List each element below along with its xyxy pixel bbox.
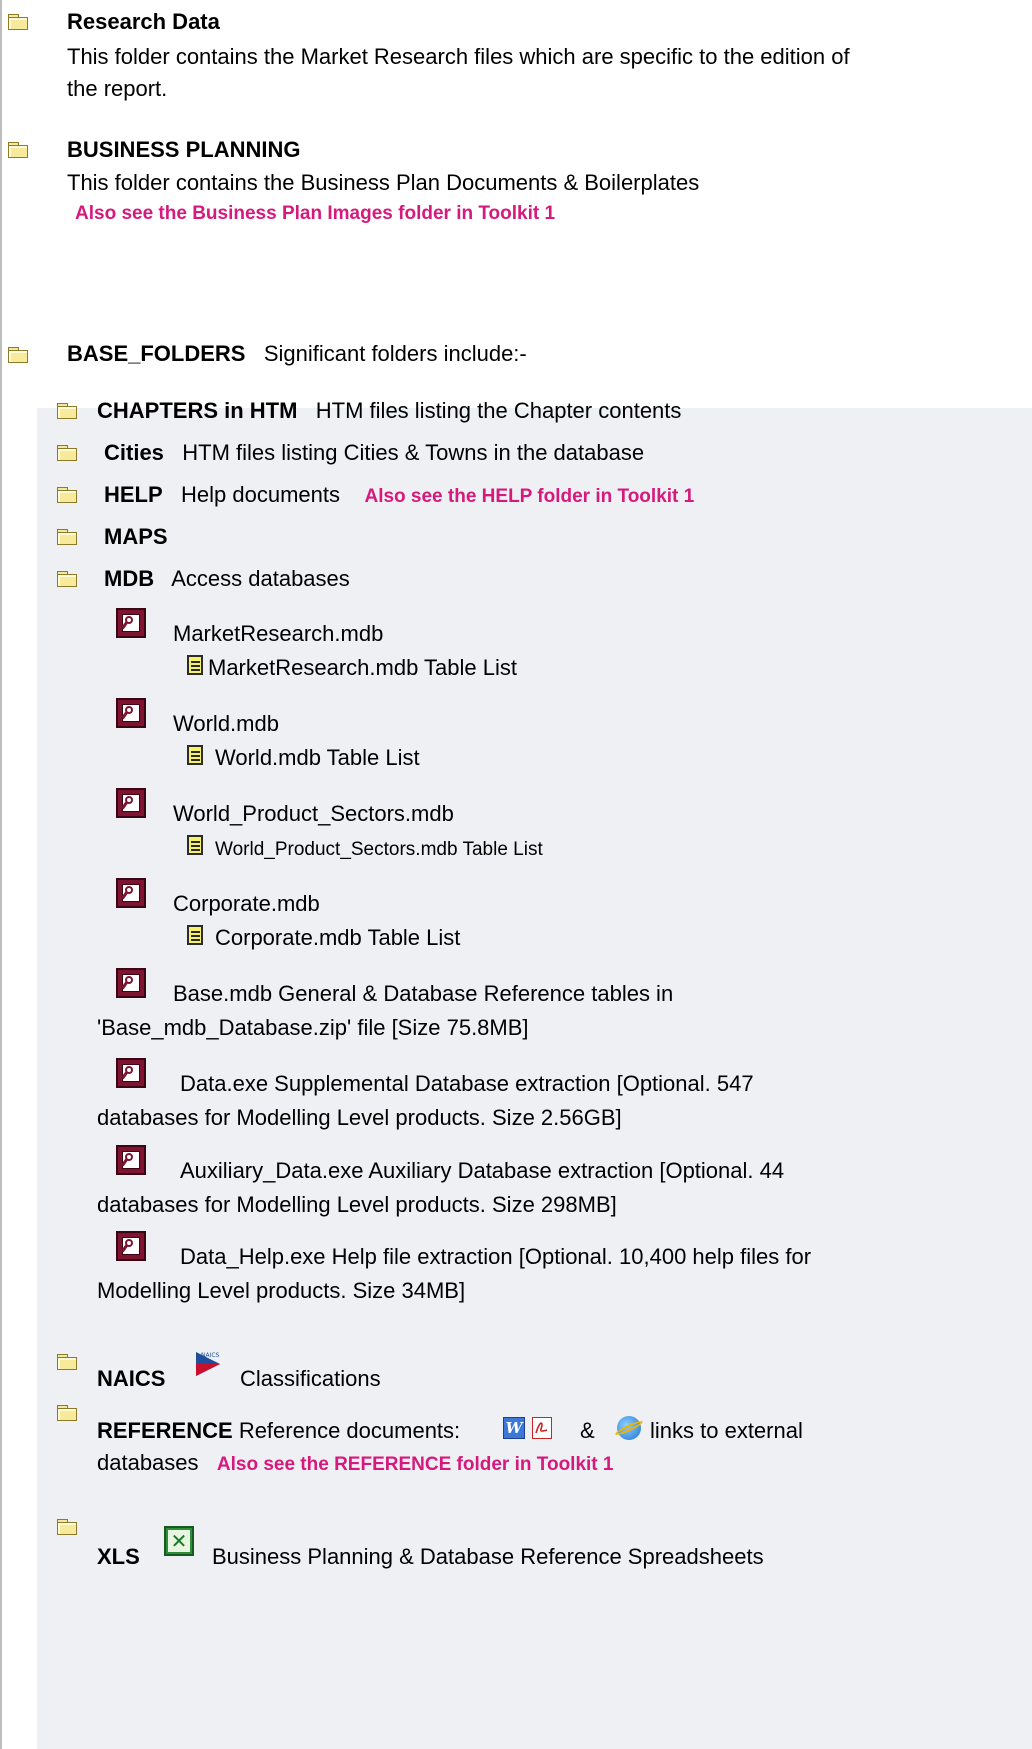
data-help-exe-line2: Modelling Level products. Size 34MB] <box>97 1278 466 1303</box>
access-database-icon <box>116 968 146 998</box>
folder-chapters: CHAPTERS in HTM HTM files listing the Ch… <box>97 394 681 428</box>
folder-icon <box>8 347 29 363</box>
help-folder-name[interactable]: HELP <box>104 482 163 507</box>
excel-icon: ✕ <box>164 1526 194 1556</box>
pdf-icon[interactable] <box>532 1417 552 1439</box>
internet-explorer-icon[interactable] <box>614 1416 644 1440</box>
folder-cities: Cities HTM files listing Cities & Towns … <box>104 436 644 470</box>
reference-line1: REFERENCE Reference documents: <box>97 1414 460 1448</box>
business-planning-title[interactable]: BUSINESS PLANNING <box>67 133 300 167</box>
word-icon[interactable]: W <box>503 1417 525 1439</box>
data-help-exe-line1[interactable]: Data_Help.exe Help file extraction [Opti… <box>180 1240 811 1274</box>
reference-toolkit-link[interactable]: Also see the REFERENCE folder in Toolkit… <box>217 1454 614 1475</box>
base-mdb-line2: 'Base_mdb_Database.zip' file [Size 75.8M… <box>97 1015 529 1040</box>
base-folders-desc: Significant folders include:- <box>263 341 527 366</box>
market-research-mdb[interactable]: MarketResearch.mdb <box>173 617 383 651</box>
corporate-table-list[interactable]: Corporate.mdb Table List <box>215 921 460 955</box>
document-icon <box>187 745 203 765</box>
folder-icon <box>57 487 78 503</box>
world-mdb[interactable]: World.mdb <box>173 707 279 741</box>
folder-mdb: MDB Access databases <box>104 562 350 596</box>
folder-icon <box>8 14 29 30</box>
base-folders-heading: BASE_FOLDERS Significant folders include… <box>67 337 527 371</box>
auxiliary-data-exe-line1[interactable]: Auxiliary_Data.exe Auxiliary Database ex… <box>180 1154 784 1188</box>
market-research-table-list[interactable]: MarketResearch.mdb Table List <box>208 651 517 685</box>
help-folder-desc: Help documents <box>181 482 341 507</box>
world-product-sectors-table-list[interactable]: World_Product_Sectors.mdb Table List <box>215 833 543 867</box>
document-icon <box>187 835 203 855</box>
folder-help: HELP Help documents Also see the HELP fo… <box>104 478 694 514</box>
page: Research Data This folder contains the M… <box>0 0 1032 1749</box>
cities-folder-desc: HTM files listing Cities & Towns in the … <box>182 440 645 465</box>
document-icon <box>187 925 203 945</box>
reference-line2: databases Also see the REFERENCE folder … <box>97 1446 613 1482</box>
access-database-icon <box>116 608 146 638</box>
corporate-mdb[interactable]: Corporate.mdb <box>173 887 320 921</box>
business-plan-images-link[interactable]: Also see the Business Plan Images folder… <box>75 197 555 231</box>
chapters-folder-name[interactable]: CHAPTERS in HTM <box>97 398 297 423</box>
xls-folder-name[interactable]: XLS <box>97 1540 140 1574</box>
folder-icon <box>57 571 78 587</box>
research-data-desc-line1: This folder contains the Market Research… <box>67 44 850 69</box>
access-database-icon <box>116 878 146 908</box>
folder-icon <box>57 1405 78 1421</box>
left-border <box>0 0 2 1749</box>
business-planning-desc: This folder contains the Business Plan D… <box>67 170 700 195</box>
reference-folder-desc: Reference documents: <box>238 1418 461 1443</box>
mdb-folder-desc: Access databases <box>171 566 350 591</box>
access-database-icon <box>116 1231 146 1261</box>
svg-text:NAICS: NAICS <box>201 1352 220 1359</box>
base-folders-title[interactable]: BASE_FOLDERS <box>67 341 245 366</box>
folder-icon <box>57 403 78 419</box>
reference-desc-databases: databases <box>97 1450 199 1475</box>
research-data-title[interactable]: Research Data <box>67 5 220 39</box>
naics-logo-icon: NAICS <box>196 1352 220 1376</box>
folder-icon <box>57 1519 78 1535</box>
naics-folder-name[interactable]: NAICS <box>97 1362 165 1396</box>
help-toolkit-link[interactable]: Also see the HELP folder in Toolkit 1 <box>364 486 694 507</box>
folder-icon <box>8 142 29 158</box>
folder-icon <box>57 445 78 461</box>
document-icon <box>187 655 203 675</box>
access-database-icon <box>116 788 146 818</box>
data-exe-line2: databases for Modelling Level products. … <box>97 1105 622 1130</box>
research-data-desc-line2: the report. <box>67 76 168 101</box>
reference-folder-name[interactable]: REFERENCE <box>97 1418 233 1443</box>
maps-folder-name[interactable]: MAPS <box>104 520 168 554</box>
chapters-folder-desc: HTM files listing the Chapter contents <box>315 398 682 423</box>
folder-icon <box>57 529 78 545</box>
data-exe-line1[interactable]: Data.exe Supplemental Database extractio… <box>180 1067 754 1101</box>
reference-desc-tail: links to external <box>650 1418 803 1443</box>
access-database-icon <box>116 1058 146 1088</box>
base-mdb-line1[interactable]: Base.mdb General & Database Reference ta… <box>173 977 673 1011</box>
access-database-icon <box>116 1145 146 1175</box>
naics-folder-desc: Classifications <box>240 1366 381 1391</box>
folder-icon <box>57 1354 78 1370</box>
mdb-folder-name[interactable]: MDB <box>104 566 154 591</box>
xls-folder-desc: Business Planning & Database Reference S… <box>212 1544 764 1569</box>
access-database-icon <box>116 698 146 728</box>
auxiliary-data-exe-line2: databases for Modelling Level products. … <box>97 1192 617 1217</box>
reference-ampersand: & <box>580 1418 595 1443</box>
world-table-list[interactable]: World.mdb Table List <box>215 741 420 775</box>
world-product-sectors-mdb[interactable]: World_Product_Sectors.mdb <box>173 797 454 831</box>
cities-folder-name[interactable]: Cities <box>104 440 164 465</box>
